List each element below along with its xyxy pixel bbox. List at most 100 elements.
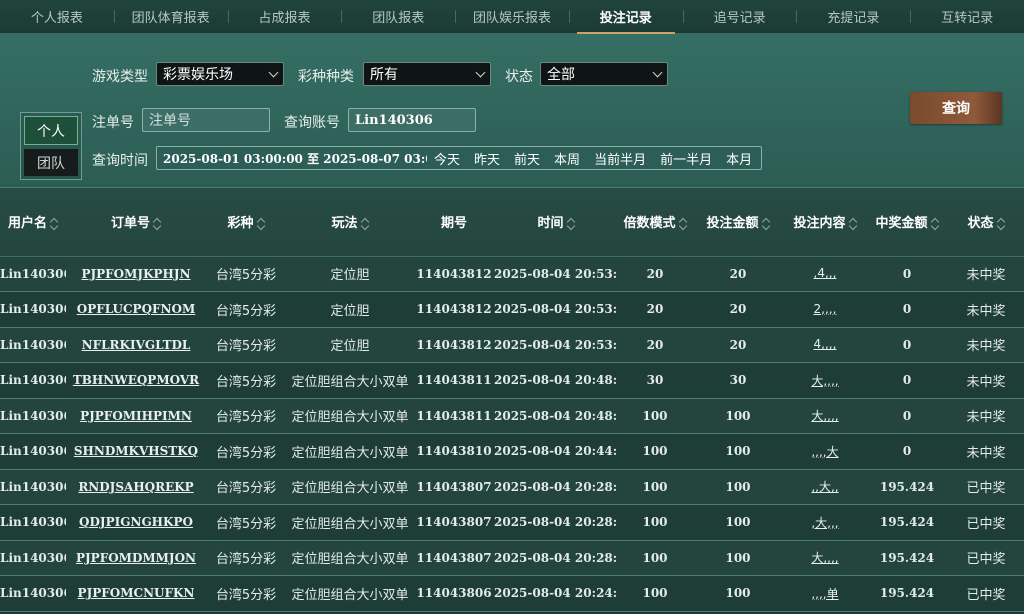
table-cell: 台湾5分彩 (206, 362, 286, 399)
table-cell: QDJPIGNGHKPO (66, 504, 206, 541)
sort-icon[interactable] (567, 218, 575, 230)
bet-content-link[interactable]: 2,,,, (814, 302, 837, 316)
bet-content-link[interactable]: 大,,,, (811, 409, 838, 423)
query-button[interactable]: 查询 (910, 92, 1002, 124)
column-header-4[interactable]: 玩法 (286, 188, 414, 257)
table-cell: PJPFOMJKPHJN (66, 256, 206, 292)
table-cell: 已中奖 (948, 504, 1024, 541)
chevron-down-icon (652, 67, 663, 77)
order-number-link[interactable]: QDJPIGNGHKPO (79, 515, 193, 529)
sort-icon[interactable] (762, 218, 770, 230)
order-number-link[interactable]: TBHNWEQPMOVR (73, 373, 199, 387)
tab-6[interactable]: 投注记录 (568, 0, 683, 34)
bet-content-link[interactable]: 大,,,, (811, 551, 838, 565)
tab-3[interactable]: 占成报表 (227, 0, 342, 33)
table-cell: 114043811 (414, 398, 494, 434)
order-number-link[interactable]: NFLRKIVGLTDL (82, 338, 191, 352)
tab-4[interactable]: 团队报表 (341, 0, 455, 33)
sort-icon[interactable] (50, 218, 58, 230)
bet-content-link[interactable]: 大,,,, (811, 374, 838, 388)
order-number-link[interactable]: PJPFOMCNUFKN (78, 586, 195, 600)
account-input[interactable]: Lin140306 (348, 108, 476, 132)
lottery-kind-select[interactable]: 所有 (363, 62, 491, 86)
order-no-placeholder: 注单号 (149, 113, 191, 129)
column-header-label: 投注内容 (793, 216, 846, 232)
filter-panel: 个人 团队 游戏类型 彩票娱乐场 彩种种类 所有 状态 全部 查询 注单号 注单… (0, 34, 1024, 188)
quick-range-1[interactable]: 今天 (427, 149, 467, 168)
sort-icon[interactable] (849, 218, 857, 230)
sort-icon[interactable] (679, 218, 687, 230)
table-cell: 100 (618, 540, 692, 576)
quick-range-4[interactable]: 本周 (547, 149, 587, 168)
tab-7[interactable]: 追号记录 (682, 0, 797, 33)
table-cell: 2025-08-04 20:48:17 (494, 398, 618, 434)
order-number-link[interactable]: OPFLUCPQFNOM (77, 302, 196, 316)
table-cell: 定位胆组合大小双单 (286, 504, 414, 541)
bet-content-link[interactable]: ,,,,大 (811, 445, 838, 459)
quick-range-6[interactable]: 前一半月 (653, 149, 719, 168)
bet-content-link[interactable]: ,,,,单 (811, 587, 838, 601)
sort-icon[interactable] (931, 218, 939, 230)
column-header-1[interactable]: 用户名 (0, 188, 66, 257)
table-header-row: 用户名 订单号 彩种 玩法 期号 时间 倍数模式 投注金额 投注内容 中奖金额 状态 (0, 188, 1024, 257)
tab-9[interactable]: 互转记录 (910, 0, 1024, 33)
status-label: 状态 (505, 69, 533, 85)
bet-content-link[interactable]: ,,大,, (811, 480, 838, 494)
sort-icon[interactable] (257, 218, 265, 230)
column-header-11[interactable]: 状态 (948, 188, 1024, 257)
order-number-link[interactable]: RNDJSAHQREKP (78, 480, 193, 494)
table-cell: SHNDMKVHSTKQ (66, 433, 206, 470)
table-cell: 已中奖 (948, 540, 1024, 576)
quick-range-7[interactable]: 本月 (719, 149, 759, 168)
lottery-kind-label: 彩种种类 (298, 69, 354, 85)
quick-range-2[interactable]: 昨天 (467, 149, 507, 168)
table-cell: OPFLUCPQFNOM (66, 291, 206, 328)
table-cell: 台湾5分彩 (206, 327, 286, 363)
table-cell: 2025-08-04 20:28:16 (494, 469, 618, 505)
table-cell: 定位胆 (286, 291, 414, 328)
column-header-7[interactable]: 倍数模式 (618, 188, 692, 257)
order-number-link[interactable]: SHNDMKVHSTKQ (74, 444, 198, 458)
sort-icon[interactable] (361, 218, 369, 230)
bet-content-link[interactable]: 4,,,, (814, 337, 837, 351)
column-header-3[interactable]: 彩种 (206, 188, 286, 257)
tab-2[interactable]: 团队体育报表 (113, 0, 228, 33)
table-cell: 未中奖 (948, 291, 1024, 328)
sort-icon[interactable] (997, 218, 1005, 230)
table-cell: 0 (866, 327, 948, 363)
table-cell: 100 (618, 433, 692, 470)
column-header-9[interactable]: 投注内容 (784, 188, 866, 257)
quick-range-3[interactable]: 前天 (507, 149, 547, 168)
tab-5[interactable]: 团队娱乐报表 (455, 0, 569, 33)
time-range-value[interactable]: 2025-08-01 03:00:00 至 2025-08-07 03:00:0… (157, 150, 427, 167)
table-cell: Lin140306 (0, 327, 66, 363)
order-number-link[interactable]: PJPFOMDMMJON (76, 551, 196, 565)
order-no-input[interactable]: 注单号 (142, 108, 270, 132)
bet-content-link[interactable]: ,4,,, (814, 266, 837, 280)
bet-content-link[interactable]: ,大,,, (811, 516, 838, 530)
sort-icon[interactable] (153, 218, 161, 230)
column-header-10[interactable]: 中奖金额 (866, 188, 948, 257)
column-header-6[interactable]: 时间 (494, 188, 618, 257)
table-cell: 定位胆组合大小双单 (286, 433, 414, 470)
status-select[interactable]: 全部 (540, 62, 668, 86)
table-cell: 114043810 (414, 433, 494, 470)
table-cell: 100 (618, 398, 692, 434)
table-cell: 20 (692, 327, 784, 363)
order-number-link[interactable]: PJPFOMIHPIMN (80, 409, 192, 423)
scope-team-button[interactable]: 团队 (24, 149, 78, 176)
table-cell: 114043807 (414, 540, 494, 576)
order-number-link[interactable]: PJPFOMJKPHJN (81, 267, 190, 281)
quick-range-5[interactable]: 当前半月 (587, 149, 653, 168)
tab-8[interactable]: 充提记录 (796, 0, 910, 33)
column-header-2[interactable]: 订单号 (66, 188, 206, 257)
time-range-field[interactable]: 2025-08-01 03:00:00 至 2025-08-07 03:00:0… (156, 146, 762, 170)
table-cell: 20 (692, 291, 784, 328)
table-cell: 0 (866, 433, 948, 470)
scope-personal-button[interactable]: 个人 (24, 116, 78, 145)
table-cell: 未中奖 (948, 256, 1024, 292)
table-cell: 30 (692, 362, 784, 399)
tab-1[interactable]: 个人报表 (0, 0, 114, 33)
game-type-select[interactable]: 彩票娱乐场 (156, 62, 284, 86)
column-header-8[interactable]: 投注金额 (692, 188, 784, 257)
